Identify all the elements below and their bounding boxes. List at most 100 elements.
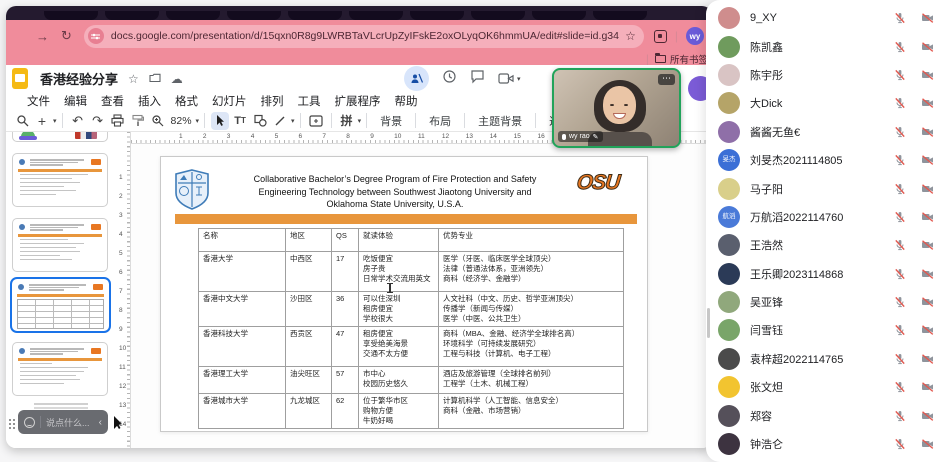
browser-tab[interactable] [105,11,159,20]
zoom-icon[interactable] [149,112,167,130]
shape-icon[interactable] [251,112,269,130]
present-to-meeting-button[interactable]: ▾ [498,72,521,85]
all-bookmarks-label[interactable]: 所有书签 [670,52,708,65]
mic-muted-icon[interactable] [894,97,906,109]
toolbar-button-布局[interactable]: 布局 [421,113,459,129]
address-url[interactable]: docs.google.com/presentation/d/15qxn0R8g… [111,30,619,42]
bookmark-star-icon[interactable]: ☆ [625,29,636,43]
participant-row[interactable]: 旻杰 刘旻杰2021114805 [706,146,948,174]
participant-row[interactable]: 钟浩仑 [706,430,948,458]
webcam-menu-button[interactable]: ⋯ [658,74,675,85]
browser-tab[interactable] [532,11,586,20]
toolbar-button-主题背景[interactable]: 主题背景 [470,113,530,129]
menu-排列[interactable]: 排列 [257,92,288,110]
participant-row[interactable]: 张文炟 [706,373,948,401]
mic-muted-icon[interactable] [894,126,906,138]
divider-bar[interactable] [175,214,637,224]
camera-off-icon[interactable] [921,410,934,422]
mic-muted-icon[interactable] [894,438,906,450]
camera-off-icon[interactable] [921,353,934,365]
browser-tab[interactable] [166,11,220,20]
menu-工具[interactable]: 工具 [294,92,325,110]
chevron-down-icon[interactable]: ▾ [196,117,200,125]
mic-muted-icon[interactable] [894,324,906,336]
print-icon[interactable] [109,112,127,130]
move-folder-icon[interactable] [149,72,161,86]
mic-muted-icon[interactable] [894,296,906,308]
participant-row[interactable]: 郑容 [706,401,948,429]
chevron-down-icon[interactable]: ▾ [291,117,295,125]
camera-off-icon[interactable] [921,296,934,308]
participant-row[interactable]: 航滔 万航滔2022114760 [706,203,948,231]
bookmarks-folder-icon[interactable] [655,55,666,63]
reload-icon[interactable]: ↻ [61,28,72,44]
edit-name-icon[interactable]: ✎ [593,133,599,141]
participant-row[interactable]: 马子阳 [706,174,948,202]
collapse-chevron-icon[interactable]: ‹ [99,417,102,428]
participant-row[interactable]: 吴亚锋 [706,288,948,316]
participant-row[interactable]: 王乐卿2023114868 [706,260,948,288]
slides-logo-icon[interactable] [12,68,28,89]
webcam-name-label[interactable]: wy rao ✎ [558,131,603,142]
camera-off-icon[interactable] [921,268,934,280]
slide-title[interactable]: Collaborative Bachelor’s Degree Program … [223,173,567,211]
menu-插入[interactable]: 插入 [134,92,165,110]
participant-row[interactable]: 酱酱无鱼€ [706,118,948,146]
chat-input-placeholder[interactable]: 说点什么... [46,416,99,429]
mic-muted-icon[interactable] [894,41,906,53]
menu-格式[interactable]: 格式 [171,92,202,110]
participant-row[interactable]: 王浩然 [706,231,948,259]
menu-帮助[interactable]: 帮助 [391,92,422,110]
browser-tab[interactable] [227,11,281,20]
mic-muted-icon[interactable] [894,211,906,223]
menu-幻灯片[interactable]: 幻灯片 [208,92,251,110]
meeting-chat-bar[interactable]: 说点什么... ‹ [18,410,108,434]
menu-查看[interactable]: 查看 [97,92,128,110]
participant-row[interactable]: 袁梓超2022114765 [706,345,948,373]
participant-row[interactable]: 大Dick [706,89,948,117]
mic-muted-icon[interactable] [894,239,906,251]
browser-tab[interactable] [44,11,98,20]
camera-off-icon[interactable] [921,69,934,81]
line-icon[interactable] [271,112,289,130]
star-document-icon[interactable]: ☆ [128,72,139,86]
camera-off-icon[interactable] [921,183,934,195]
camera-off-icon[interactable] [921,154,934,166]
slide-thumbnail-4-selected[interactable] [10,277,111,333]
camera-off-icon[interactable] [921,126,934,138]
chevron-down-icon[interactable]: ▾ [358,117,362,125]
extension-icon[interactable] [654,30,667,43]
version-history-icon[interactable] [442,69,457,89]
paint-format-icon[interactable] [129,112,147,130]
participant-row[interactable]: 闫雪钰 [706,316,948,344]
forward-icon[interactable]: → [36,29,49,44]
menu-文件[interactable]: 文件 [23,92,54,110]
participants-scrollbar[interactable] [707,308,710,338]
camera-off-icon[interactable] [921,381,934,393]
tune-icon[interactable] [88,28,104,44]
mic-muted-icon[interactable] [894,69,906,81]
presenter-mode-icon[interactable] [404,66,429,91]
universities-table[interactable]: 名称地区QS就读体验优势专业 香港大学 中西区 17 吃饭便宜房子贵日常学术交流… [198,228,624,429]
participant-row[interactable]: 9_XY [706,4,948,32]
mic-muted-icon[interactable] [894,183,906,195]
mic-muted-icon[interactable] [894,154,906,166]
participant-row[interactable]: 陈宇彤 [706,61,948,89]
participant-row[interactable]: 陈凯鑫 [706,32,948,60]
browser-tab[interactable] [349,11,403,20]
slide-thumbnail-1[interactable] [12,132,108,142]
menu-扩展程序[interactable]: 扩展程序 [331,92,385,110]
webcam-overlay[interactable]: ⋯ wy rao ✎ [552,68,681,148]
browser-tab[interactable] [288,11,342,20]
search-icon[interactable] [13,112,31,130]
undo-icon[interactable]: ↶ [69,112,87,130]
browser-tab[interactable] [593,11,647,20]
address-bar[interactable]: docs.google.com/presentation/d/15qxn0R8g… [84,25,644,48]
mic-muted-icon[interactable] [894,353,906,365]
comments-icon[interactable] [470,69,485,89]
mic-muted-icon[interactable] [894,268,906,280]
slide-thumbnail-3[interactable] [12,218,108,272]
camera-off-icon[interactable] [921,12,934,24]
mic-muted-icon[interactable] [894,410,906,422]
camera-off-icon[interactable] [921,438,934,450]
